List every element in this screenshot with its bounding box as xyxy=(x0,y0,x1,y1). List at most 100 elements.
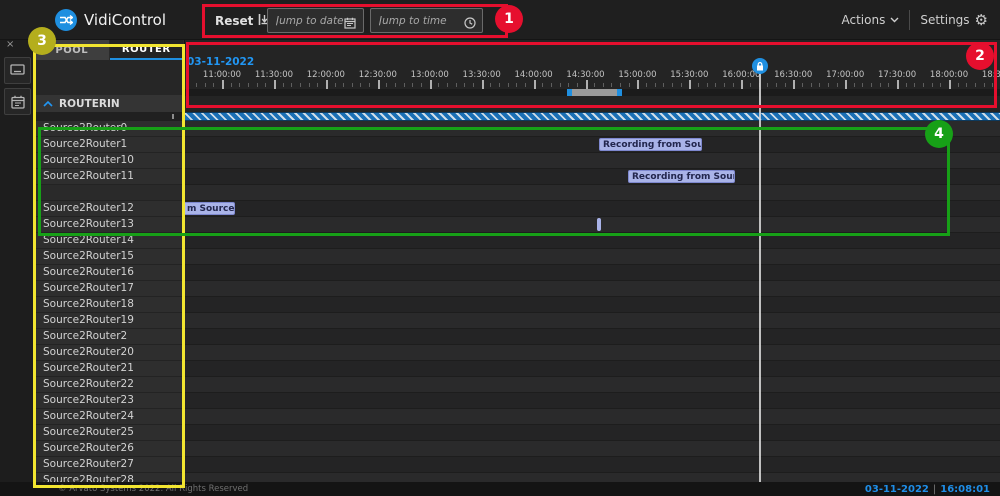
tick-mark xyxy=(949,80,951,89)
tick-mark xyxy=(577,83,578,87)
tick-mark xyxy=(828,83,829,87)
sidebar-row-source2router21[interactable]: Source2Router21 xyxy=(35,361,184,377)
time-tick-label: 15:00:00 xyxy=(618,70,656,80)
sidebar-row-source2router0[interactable]: Source2Router0 xyxy=(35,121,184,137)
timeline-row[interactable] xyxy=(185,185,1000,201)
sidebar-row-source2router1[interactable]: Source2Router1 xyxy=(35,137,184,153)
sidebar-row-source2router23[interactable]: Source2Router23 xyxy=(35,393,184,409)
sidebar-scrollbar-thumb[interactable] xyxy=(172,114,174,119)
tick-mark xyxy=(551,83,552,87)
scrollbar-cap-left[interactable] xyxy=(567,89,572,96)
settings-button[interactable]: Settings ⚙ xyxy=(920,13,988,27)
tab-router[interactable]: ROUTER xyxy=(110,40,185,60)
time-tick-label: 12:00:00 xyxy=(307,70,345,80)
collapse-close-icon[interactable]: × xyxy=(6,40,14,50)
timeline-scrollbar[interactable] xyxy=(185,89,1000,96)
sidebar-row-source2router22[interactable]: Source2Router22 xyxy=(35,377,184,393)
actions-menu-button[interactable]: Actions xyxy=(841,13,899,27)
sidebar-row-source2router24[interactable]: Source2Router24 xyxy=(35,409,184,425)
sidebar-row-source2router11[interactable]: Source2Router11 xyxy=(35,169,184,185)
sidebar-row-source2router25[interactable]: Source2Router25 xyxy=(35,425,184,441)
recording-tick[interactable] xyxy=(597,218,601,231)
sidebar-row-source2router26[interactable]: Source2Router26 xyxy=(35,441,184,457)
tick-mark xyxy=(802,83,803,87)
sidebar-row-source2router10[interactable]: Source2Router10 xyxy=(35,153,184,169)
timeline-row[interactable] xyxy=(185,233,1000,249)
timeline-row[interactable] xyxy=(185,377,1000,393)
tick-mark xyxy=(239,83,240,87)
recording-block[interactable]: Recording from Source2R... xyxy=(628,170,735,183)
timeline-row[interactable] xyxy=(185,169,1000,185)
tick-mark xyxy=(906,83,907,87)
timeline-row[interactable] xyxy=(185,473,1000,482)
tick-mark xyxy=(611,83,612,87)
status-date: 03-11-2022 xyxy=(865,484,929,495)
group-header-routerin[interactable]: ROUTERIN xyxy=(35,95,184,112)
timeline-row[interactable] xyxy=(185,329,1000,345)
timeline-row[interactable] xyxy=(185,217,1000,233)
timeline-row[interactable] xyxy=(185,425,1000,441)
time-tick-label: 17:30:00 xyxy=(878,70,916,80)
settings-label: Settings xyxy=(920,13,969,27)
time-tick-label: 11:30:00 xyxy=(255,70,293,80)
timeline-row[interactable] xyxy=(185,361,1000,377)
tick-mark xyxy=(767,83,768,87)
tick-mark xyxy=(438,83,439,87)
schedule-panel-button[interactable] xyxy=(4,88,31,115)
message-icon xyxy=(10,64,25,77)
topbar-divider xyxy=(909,10,910,30)
timeline-row[interactable] xyxy=(185,121,1000,137)
sidebar-row-source2router17[interactable]: Source2Router17 xyxy=(35,281,184,297)
sidebar-row-source2router13[interactable]: Source2Router13 xyxy=(35,217,184,233)
recording-block[interactable]: m Source2... xyxy=(185,202,235,215)
jump-to-date-input[interactable] xyxy=(267,8,364,33)
sidebar-row-source2router28[interactable]: Source2Router28 xyxy=(35,473,184,482)
system-clock: 03-11-2022|16:08:01 xyxy=(865,484,990,495)
sidebar-row-source2router14[interactable]: Source2Router14 xyxy=(35,233,184,249)
tick-mark xyxy=(464,83,465,87)
tick-mark xyxy=(785,83,786,87)
timeline-row[interactable] xyxy=(185,409,1000,425)
timeline-row[interactable] xyxy=(185,313,1000,329)
timeline-header[interactable]: 03-11-2022 11:00:0011:30:0012:00:0012:30… xyxy=(185,40,1000,112)
sidebar-row-source2router12[interactable]: Source2Router12 xyxy=(35,201,184,217)
jump-to-time-input[interactable] xyxy=(370,8,483,33)
tick-mark xyxy=(637,80,639,89)
timeline-row[interactable] xyxy=(185,265,1000,281)
sidebar-scrollbar[interactable] xyxy=(35,112,184,121)
scrollbar-cap-right[interactable] xyxy=(617,89,622,96)
timeline-row[interactable] xyxy=(185,249,1000,265)
sidebar-row-source2router15[interactable]: Source2Router15 xyxy=(35,249,184,265)
timeline-row[interactable] xyxy=(185,153,1000,169)
time-tick-label: 12:30:00 xyxy=(359,70,397,80)
timeline-row[interactable] xyxy=(185,281,1000,297)
sidebar-row-source2router20[interactable]: Source2Router20 xyxy=(35,345,184,361)
sidebar-row-source2router16[interactable]: Source2Router16 xyxy=(35,265,184,281)
tab-pool[interactable]: POOL xyxy=(35,40,110,60)
timeline-row[interactable] xyxy=(185,201,1000,217)
tick-mark xyxy=(984,83,985,87)
current-time-handle[interactable] xyxy=(752,58,768,74)
recording-block[interactable]: Recording from Source2... xyxy=(599,138,702,151)
timeline-row[interactable] xyxy=(185,297,1000,313)
tick-mark xyxy=(360,83,361,87)
timeline-row[interactable] xyxy=(185,441,1000,457)
sidebar-row-source2router27[interactable]: Source2Router27 xyxy=(35,457,184,473)
tick-mark xyxy=(975,83,976,87)
messages-panel-button[interactable] xyxy=(4,57,31,84)
sidebar-row-source2router18[interactable]: Source2Router18 xyxy=(35,297,184,313)
tick-mark xyxy=(560,83,561,87)
timeline-row[interactable] xyxy=(185,393,1000,409)
timeline-row[interactable] xyxy=(185,137,1000,153)
tick-mark xyxy=(265,83,266,87)
sidebar-row-source2router19[interactable]: Source2Router19 xyxy=(35,313,184,329)
timeline-scrollbar-thumb[interactable] xyxy=(567,89,622,96)
tick-mark xyxy=(386,83,387,87)
sidebar-row-empty[interactable] xyxy=(35,185,184,201)
tick-mark xyxy=(620,83,621,87)
left-rail: × xyxy=(0,40,35,482)
timeline-row[interactable] xyxy=(185,457,1000,473)
timeline-row[interactable] xyxy=(185,345,1000,361)
sidebar-row-source2router2[interactable]: Source2Router2 xyxy=(35,329,184,345)
reset-button[interactable]: Reset xyxy=(215,11,271,30)
